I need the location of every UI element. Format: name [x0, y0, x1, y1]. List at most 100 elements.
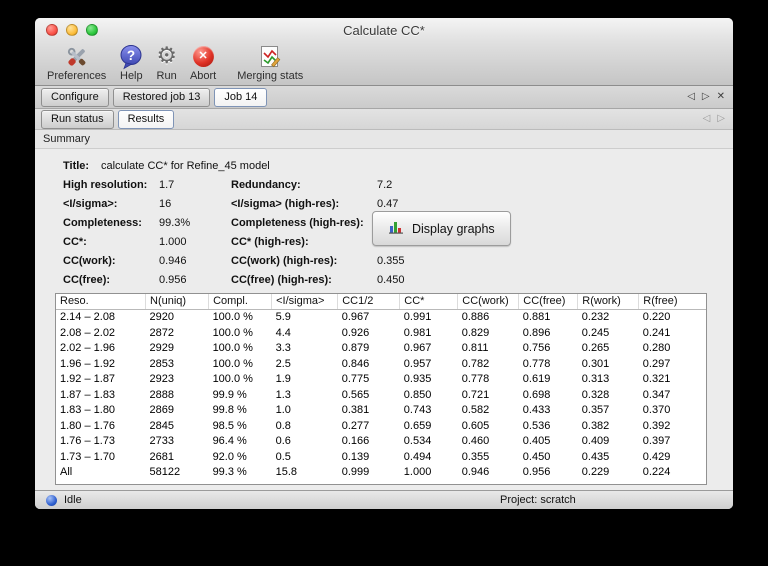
column-header[interactable]: CC(free) — [518, 294, 579, 310]
statistics-table-container: Reso. N(uniq) Compl. <I/sigma> CC1/2 CC* CC(wo… — [55, 293, 707, 485]
zoom-button[interactable] — [86, 24, 98, 36]
column-header[interactable]: Reso. — [56, 294, 146, 310]
titlebar[interactable]: Calculate CC* — [35, 18, 733, 42]
merging-stats-button[interactable]: Merging stats — [237, 43, 303, 82]
section-label: Summary — [43, 133, 91, 145]
help-button[interactable]: ? Help — [119, 43, 143, 82]
table-cell: 0.139 — [341, 450, 370, 463]
subtab-nav: ◁ ▷ — [703, 109, 725, 129]
summary-value: 0.47 — [377, 197, 399, 210]
table-cell: 0.778 — [461, 373, 490, 385]
display-graphs-button[interactable]: Display graphs — [372, 211, 511, 246]
table-cell: 1.3 — [275, 388, 291, 401]
table-cell: 0.698 — [522, 388, 551, 401]
table-row[interactable]: 1.92 – 1.87 2923 100.0 % 1.9 0.775 0.935 0.778… — [56, 372, 706, 388]
table-row[interactable]: 1.80 – 1.76 2845 98.5 % 0.8 0.277 0.659 0.605 0… — [56, 419, 706, 435]
table-row[interactable]: 1.83 – 1.80 2869 99.8 % 1.0 0.381 0.743 0.582 0… — [56, 403, 706, 419]
bar-chart-icon — [388, 219, 404, 238]
summary-label: <I/sigma>: — [63, 197, 118, 210]
run-button[interactable]: ⚙ Run — [156, 43, 177, 83]
table-cell: 0.565 — [341, 388, 370, 401]
table-cell: 0.775 — [341, 373, 370, 385]
table-cell: 0.433 — [522, 404, 551, 416]
minimize-button[interactable] — [66, 24, 78, 36]
gear-icon: ⚙ — [156, 43, 177, 69]
tab-run-status[interactable]: Run status — [41, 109, 114, 129]
table-cell: 2923 — [149, 373, 174, 385]
table-cell: 2920 — [149, 311, 174, 323]
table-cell: 0.321 — [642, 373, 671, 385]
table-cell: 0.301 — [581, 357, 610, 370]
table-row[interactable]: 1.96 – 1.92 2853 100.0 % 2.5 0.846 0.957 0.782… — [56, 357, 706, 373]
table-cell: 0.778 — [522, 357, 551, 370]
close-button[interactable] — [46, 24, 58, 36]
toolbar: Preferences ? Help ⚙ Run ✕ Abort Merging… — [35, 42, 733, 86]
table-row[interactable]: 1.87 – 1.83 2888 99.9 % 1.3 0.565 0.850 0.721 0… — [56, 388, 706, 404]
table-cell: 0.619 — [522, 373, 551, 385]
table-cell: 1.83 – 1.80 — [60, 404, 116, 416]
table-cell: 99.9 % — [212, 388, 247, 401]
table-cell: 0.846 — [341, 357, 370, 370]
subtab-scroll-left-icon[interactable]: ◁ — [703, 114, 711, 124]
summary-label: Completeness (high-res): — [231, 216, 364, 229]
table-cell: 0.721 — [461, 388, 490, 401]
tab-configure[interactable]: Configure — [41, 87, 109, 107]
table-cell: 96.4 % — [212, 435, 247, 447]
table-cell: 0.935 — [403, 373, 432, 385]
column-header[interactable]: Compl. — [208, 294, 273, 310]
table-cell: 0.166 — [341, 435, 370, 447]
summary-value: 0.450 — [377, 273, 405, 286]
table-cell: 100.0 % — [212, 342, 253, 354]
subtab-scroll-right-icon[interactable]: ▷ — [717, 114, 725, 124]
table-cell: 58122 — [149, 466, 181, 478]
table-row[interactable]: 2.02 – 1.96 2929 100.0 % 3.3 0.879 0.967 0.811… — [56, 341, 706, 357]
column-header[interactable]: R(work) — [577, 294, 640, 310]
job-tab-bar: Configure Restored job 13 Job 14 ◁ ▷ ✕ — [35, 86, 733, 109]
table-cell: 0.355 — [461, 450, 490, 463]
table-cell: 2845 — [149, 419, 174, 432]
summary-label: CC(free) (high-res): — [231, 273, 332, 286]
toolbar-label: Run — [156, 70, 177, 82]
abort-button[interactable]: ✕ Abort — [190, 43, 216, 82]
table-cell: 3.3 — [275, 342, 291, 354]
table-cell: 0.946 — [461, 466, 490, 478]
tab-job-14[interactable]: Job 14 — [214, 87, 268, 107]
column-header[interactable]: CC1/2 — [337, 294, 401, 310]
summary-label: CC* (high-res): — [231, 235, 309, 248]
table-cell: 0.967 — [341, 311, 370, 323]
table-row[interactable]: 2.08 – 2.02 2872 100.0 % 4.4 0.926 0.981 0.829… — [56, 326, 706, 342]
table-cell: 1.87 – 1.83 — [60, 388, 116, 401]
tab-close-icon[interactable]: ✕ — [717, 92, 725, 102]
table-cell: 0.370 — [642, 404, 671, 416]
tab-scroll-left-icon[interactable]: ◁ — [687, 92, 695, 102]
summary-label: Completeness: — [63, 216, 142, 229]
column-header[interactable]: CC* — [399, 294, 459, 310]
section-header: Summary — [35, 130, 733, 149]
column-header[interactable]: <I/sigma> — [271, 294, 339, 310]
table-cell: 0.241 — [642, 326, 671, 339]
column-header[interactable]: CC(work) — [457, 294, 520, 310]
tab-results[interactable]: Results — [117, 109, 175, 129]
toolbar-label: Abort — [189, 70, 217, 82]
table-row[interactable]: 2.14 – 2.08 2920 100.0 % 5.9 0.967 0.991 0.886… — [56, 310, 706, 326]
tab-scroll-right-icon[interactable]: ▷ — [702, 92, 710, 102]
table-cell: 1.76 – 1.73 — [60, 435, 116, 447]
table-cell: 2872 — [149, 326, 174, 339]
column-header[interactable]: N(uniq) — [145, 294, 210, 310]
table-cell: 1.73 – 1.70 — [60, 450, 116, 463]
table-cell: 1.0 — [275, 404, 291, 416]
table-cell: 0.328 — [581, 388, 610, 401]
table-row[interactable]: 1.73 – 1.70 2681 92.0 % 0.5 0.139 0.494 0.355 0… — [56, 450, 706, 466]
table-row[interactable]: 1.76 – 1.73 2733 96.4 % 0.6 0.166 0.534 0.460 0… — [56, 434, 706, 450]
table-cell: 1.92 – 1.87 — [60, 373, 116, 385]
preferences-button[interactable]: Preferences — [47, 43, 106, 82]
table-cell: 100.0 % — [212, 311, 253, 323]
table-cell: 0.245 — [581, 326, 610, 339]
table-row[interactable]: All 58122 99.3 % 15.8 0.999 1.000 0.946 0.956 0.… — [56, 465, 706, 481]
table-cell: 0.297 — [642, 357, 671, 370]
table-cell: 4.4 — [275, 326, 291, 339]
table-cell: 0.220 — [642, 311, 671, 323]
window-title: Calculate CC* — [343, 22, 425, 38]
tab-restored-job-13[interactable]: Restored job 13 — [112, 87, 211, 107]
column-header[interactable]: R(free) — [638, 294, 706, 310]
